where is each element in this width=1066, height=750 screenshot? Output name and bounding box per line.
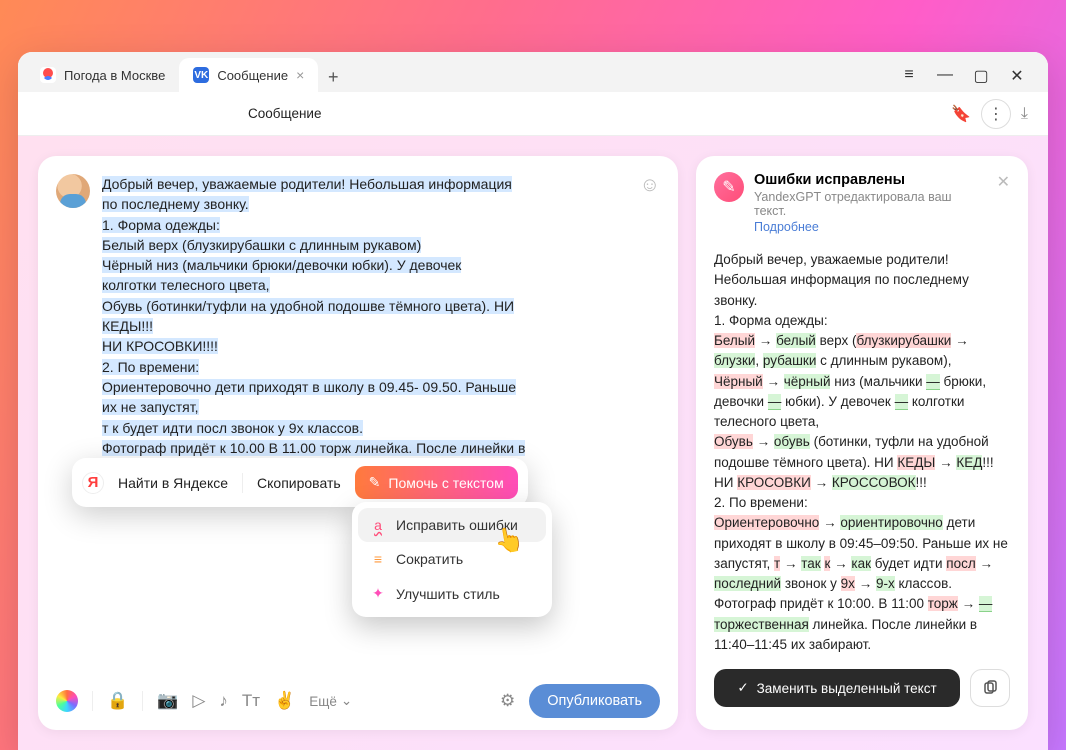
message-textarea[interactable]: Добрый вечер, уважаемые родители! Неболь… — [102, 174, 628, 478]
tab-weather[interactable]: Погода в Москве — [26, 58, 179, 92]
close-tab-icon[interactable]: × — [296, 67, 304, 83]
ai-assist-icon[interactable] — [56, 690, 78, 712]
search-yandex-button[interactable]: Найти в Яндексе — [118, 475, 228, 491]
copy-button[interactable]: Скопировать — [257, 475, 341, 491]
menu-shorten[interactable]: ≡ Сократить — [358, 542, 546, 576]
vk-icon: VK — [193, 67, 209, 83]
tab-label: Сообщение — [217, 68, 288, 83]
composer-toolbar: 🔒 📷 ▷ ♪ Tт ✌ Ещё ⌄ ⚙ Опубликовать — [56, 672, 660, 718]
sparkle-icon: ✦ — [370, 585, 386, 602]
copy-icon — [982, 680, 998, 696]
bookmark-icon[interactable]: 🔖 — [951, 104, 971, 124]
corrections-body: Добрый вечер, уважаемые родители! Неболь… — [714, 250, 1010, 655]
chevron-down-icon: ⌄ — [341, 693, 352, 709]
copy-result-button[interactable] — [970, 669, 1010, 707]
minimize-button[interactable]: — — [936, 66, 954, 86]
replace-text-button[interactable]: ✓ Заменить выделенный текст — [714, 669, 960, 707]
corrections-panel: ✎ Ошибки исправлены YandexGPT отредактир… — [696, 156, 1028, 730]
lock-icon[interactable]: 🔒 — [107, 691, 128, 711]
panel-title: Ошибки исправлены — [754, 172, 987, 188]
shorten-icon: ≡ — [370, 551, 386, 567]
music-icon[interactable]: ♪ — [219, 691, 228, 711]
panel-more-link[interactable]: Подробнее — [754, 220, 819, 234]
format-icon[interactable]: Tт — [242, 691, 260, 711]
yandex-logo-icon: Я — [82, 472, 104, 494]
kebab-menu-icon[interactable]: ⋮ — [981, 99, 1011, 129]
fix-icon: а — [370, 517, 386, 533]
panel-close-icon[interactable]: ✕ — [997, 172, 1010, 236]
hamburger-menu-icon[interactable]: ≡ — [900, 66, 918, 86]
download-icon[interactable]: ⤓ — [1021, 105, 1028, 123]
post-composer: Добрый вечер, уважаемые родители! Неболь… — [38, 156, 678, 730]
weather-icon — [40, 67, 56, 83]
more-dropdown[interactable]: Ещё ⌄ — [309, 693, 352, 709]
panel-subtitle: YandexGPT отредактировала ваш текст. — [754, 190, 987, 218]
check-icon: ✓ — [737, 680, 748, 696]
avatar — [56, 174, 90, 208]
close-window-button[interactable]: ✕ — [1008, 66, 1026, 86]
window-controls: ≡ — ▢ ✕ — [900, 66, 1040, 92]
maximize-button[interactable]: ▢ — [972, 66, 990, 86]
camera-icon[interactable]: 📷 — [157, 691, 178, 711]
poll-icon[interactable]: ✌ — [274, 691, 295, 711]
corrections-icon: ✎ — [714, 172, 744, 202]
tab-bar: Погода в Москве VK Сообщение × + ≡ — ▢ ✕ — [18, 52, 1048, 92]
address-text[interactable]: Сообщение — [38, 106, 941, 121]
address-bar: Сообщение 🔖 ⋮ ⤓ — [18, 92, 1048, 136]
new-tab-button[interactable]: + — [318, 62, 348, 92]
edit-icon: ✎ — [369, 474, 381, 491]
help-with-text-button[interactable]: ✎ Помочь с текстом — [355, 466, 518, 499]
gear-icon[interactable]: ⚙ — [500, 691, 515, 711]
help-text-menu: а Исправить ошибки ≡ Сократить ✦ Улучшит… — [352, 502, 552, 617]
menu-improve-style[interactable]: ✦ Улучшить стиль — [358, 576, 546, 611]
selection-toolbar: Я Найти в Яндексе Скопировать ✎ Помочь с… — [72, 458, 528, 507]
workspace: Добрый вечер, уважаемые родители! Неболь… — [18, 136, 1048, 750]
tab-vk-message[interactable]: VK Сообщение × — [179, 58, 318, 92]
browser-window: Погода в Москве VK Сообщение × + ≡ — ▢ ✕… — [18, 52, 1048, 750]
tab-label: Погода в Москве — [64, 68, 165, 83]
video-icon[interactable]: ▷ — [192, 691, 205, 711]
publish-button[interactable]: Опубликовать — [529, 684, 660, 718]
menu-fix-errors[interactable]: а Исправить ошибки — [358, 508, 546, 542]
emoji-picker-icon[interactable]: ☺ — [640, 174, 660, 478]
